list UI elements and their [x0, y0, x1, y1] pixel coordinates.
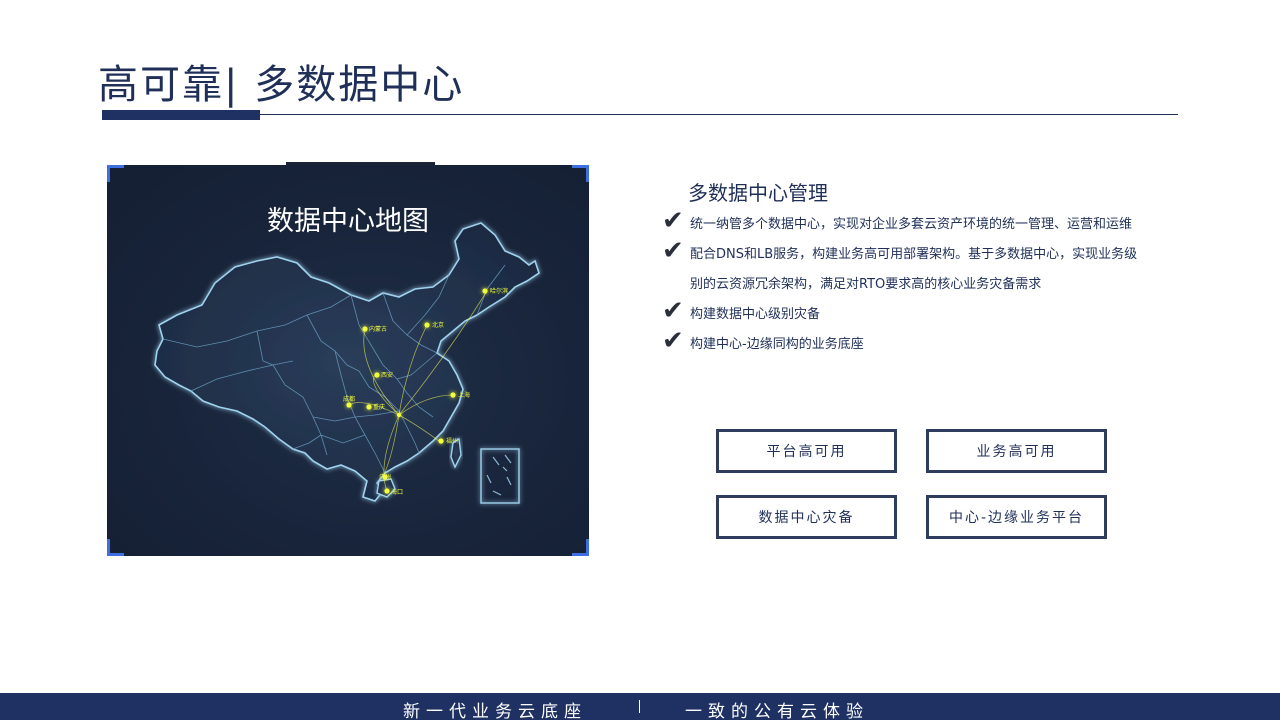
- feature-text: 配合DNS和LB服务，构建业务高可用部署架构。基于多数据中心，实现业务级别的云资…: [690, 247, 1138, 292]
- city-dot-xian: [374, 372, 380, 378]
- feature-text: 统一纳管多个数据中心，实现对企业多套云资产环境的统一管理、运营和运维: [690, 217, 1133, 232]
- title-accent-bar: [102, 110, 260, 120]
- checkmark-icon: ✔: [662, 296, 684, 326]
- city-label-fuzhou: 福州: [446, 437, 458, 445]
- city-label-inner-mongolia: 内蒙古: [369, 325, 387, 333]
- page-title: 高可靠| 多数据中心: [98, 62, 465, 108]
- city-label-harbin: 哈尔滨: [490, 287, 508, 295]
- platform-ha-button[interactable]: 平台高可用: [716, 429, 897, 473]
- corner-bracket-top-left: [107, 165, 124, 182]
- feature-item: ✔ 构建数据中心级别灾备: [660, 296, 1140, 330]
- footer-slogan-left: 新一代业务云底座: [403, 702, 587, 722]
- datacenter-map-panel: 哈尔滨 内蒙古 北京 西安 上海 成都 重庆 福州 广州 海口 数据中心地图: [107, 165, 589, 556]
- business-ha-button[interactable]: 业务高可用: [926, 429, 1107, 473]
- checkmark-icon: ✔: [662, 236, 684, 266]
- footer-slogan-right: 一致的公有云体验: [685, 702, 869, 722]
- city-dot-fuzhou: [438, 438, 444, 444]
- corner-bracket-bottom-left: [107, 539, 124, 556]
- city-dot-shanghai: [450, 392, 456, 398]
- footer-bar: 新一代业务云底座 一致的公有云体验: [0, 693, 1280, 722]
- city-label-chongqing: 重庆: [373, 403, 385, 411]
- feature-text: 构建中心-边缘同构的业务底座: [690, 337, 864, 352]
- city-label-haikou: 海口: [391, 488, 403, 496]
- city-dot-chongqing: [366, 404, 372, 410]
- datacenter-dr-button[interactable]: 数据中心灾备: [716, 495, 897, 539]
- city-dot-beijing: [424, 322, 430, 328]
- checkmark-icon: ✔: [662, 206, 684, 236]
- city-dot-inner-mongolia: [362, 326, 368, 332]
- city-label-beijing: 北京: [432, 321, 444, 329]
- city-label-guangzhou: 广州: [379, 473, 391, 481]
- feature-text: 构建数据中心级别灾备: [690, 307, 821, 322]
- city-dot-chengdu: [346, 402, 352, 408]
- corner-bracket-bottom-right: [572, 539, 589, 556]
- feature-item: ✔ 统一纳管多个数据中心，实现对企业多套云资产环境的统一管理、运营和运维: [660, 206, 1140, 240]
- city-dot-harbin: [482, 288, 488, 294]
- corner-bracket-top-right: [572, 165, 589, 182]
- feature-item: ✔ 构建中心-边缘同构的业务底座: [660, 326, 1140, 360]
- management-heading: 多数据中心管理: [688, 181, 828, 205]
- footer-separator: [639, 700, 640, 713]
- feature-item: ✔ 配合DNS和LB服务，构建业务高可用部署架构。基于多数据中心，实现业务级别的…: [660, 236, 1140, 300]
- city-label-shanghai: 上海: [458, 391, 470, 399]
- city-dot-haikou: [384, 488, 390, 494]
- city-label-xian: 西安: [381, 371, 393, 379]
- city-dot-hub: [396, 412, 402, 418]
- checkmark-icon: ✔: [662, 326, 684, 356]
- title-divider: [102, 114, 1178, 115]
- city-label-chengdu: 成都: [343, 395, 355, 403]
- map-title: 数据中心地图: [267, 206, 429, 237]
- feature-list: ✔ 统一纳管多个数据中心，实现对企业多套云资产环境的统一管理、运营和运维 ✔ 配…: [660, 206, 1140, 360]
- center-edge-platform-button[interactable]: 中心-边缘业务平台: [926, 495, 1107, 539]
